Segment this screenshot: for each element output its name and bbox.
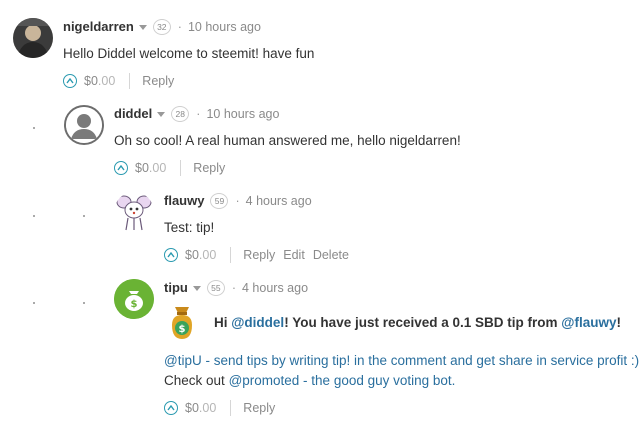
reply-button[interactable]: Reply xyxy=(142,74,174,88)
author-name[interactable]: flauwy xyxy=(164,192,204,210)
separator-dot: · xyxy=(196,107,201,121)
divider xyxy=(230,247,232,263)
upvote-icon[interactable] xyxy=(164,401,178,415)
divider xyxy=(180,160,182,176)
reply-button[interactable]: Reply xyxy=(193,161,225,175)
upvote-icon[interactable] xyxy=(114,161,128,175)
reputation-badge: 55 xyxy=(206,280,225,296)
reputation-badge: 32 xyxy=(152,19,171,35)
reply-button[interactable]: Reply xyxy=(243,248,275,262)
divider xyxy=(129,73,131,89)
thread-dot xyxy=(33,127,35,129)
timestamp[interactable]: 10 hours ago xyxy=(188,18,261,36)
reputation-badge: 59 xyxy=(210,193,229,209)
upvote-icon[interactable] xyxy=(164,248,178,262)
timestamp[interactable]: 4 hours ago xyxy=(246,192,312,210)
separator-dot: · xyxy=(177,20,182,34)
separator-dot: · xyxy=(231,281,236,295)
promoted-link[interactable]: @promoted - the good guy voting bot. xyxy=(229,373,456,388)
author-name[interactable]: diddel xyxy=(114,105,152,123)
thread-dot xyxy=(33,302,35,304)
avatar[interactable]: $ xyxy=(114,279,154,319)
tip-message: Hi @diddel! You have just received a 0.1… xyxy=(214,314,621,330)
tipu-info-link[interactable]: @tipU - send tips by writing tip! in the… xyxy=(164,353,639,368)
avatar[interactable] xyxy=(64,105,104,145)
money-bag-icon: $ xyxy=(164,303,200,341)
divider xyxy=(230,400,232,416)
thread-dot xyxy=(83,302,85,304)
payout-value[interactable]: $0.00 xyxy=(135,161,166,175)
thread-dot xyxy=(83,215,85,217)
mention-link[interactable]: @flauwy xyxy=(561,315,616,330)
chevron-down-icon[interactable] xyxy=(157,111,166,117)
chevron-down-icon[interactable] xyxy=(138,24,147,30)
thread-dot xyxy=(33,215,35,217)
author-name[interactable]: tipu xyxy=(164,279,188,297)
mention-link[interactable]: @diddel xyxy=(231,315,284,330)
comment-text: Test: tip! xyxy=(164,220,215,235)
payout-value[interactable]: $0.00 xyxy=(185,248,216,262)
timestamp[interactable]: 4 hours ago xyxy=(242,279,308,297)
timestamp[interactable]: 10 hours ago xyxy=(206,105,279,123)
reputation-badge: 28 xyxy=(171,106,190,122)
chevron-down-icon[interactable] xyxy=(192,285,201,291)
upvote-icon[interactable] xyxy=(63,74,77,88)
separator-dot: · xyxy=(235,194,240,208)
comment-text: Oh so cool! A real human answered me, he… xyxy=(114,133,461,148)
svg-text:$: $ xyxy=(131,299,138,310)
comment-text: Hello Diddel welcome to steemit! have fu… xyxy=(63,46,315,61)
avatar[interactable] xyxy=(114,192,154,232)
payout-value[interactable]: $0.00 xyxy=(185,401,216,415)
avatar[interactable] xyxy=(13,18,53,58)
payout-value[interactable]: $0.00 xyxy=(84,74,115,88)
reply-button[interactable]: Reply xyxy=(243,401,275,415)
svg-text:$: $ xyxy=(179,324,186,335)
delete-button[interactable]: Delete xyxy=(313,248,349,262)
comment-text: @tipU - send tips by writing tip! in the… xyxy=(164,353,640,388)
edit-button[interactable]: Edit xyxy=(283,248,305,262)
author-name[interactable]: nigeldarren xyxy=(63,18,134,36)
